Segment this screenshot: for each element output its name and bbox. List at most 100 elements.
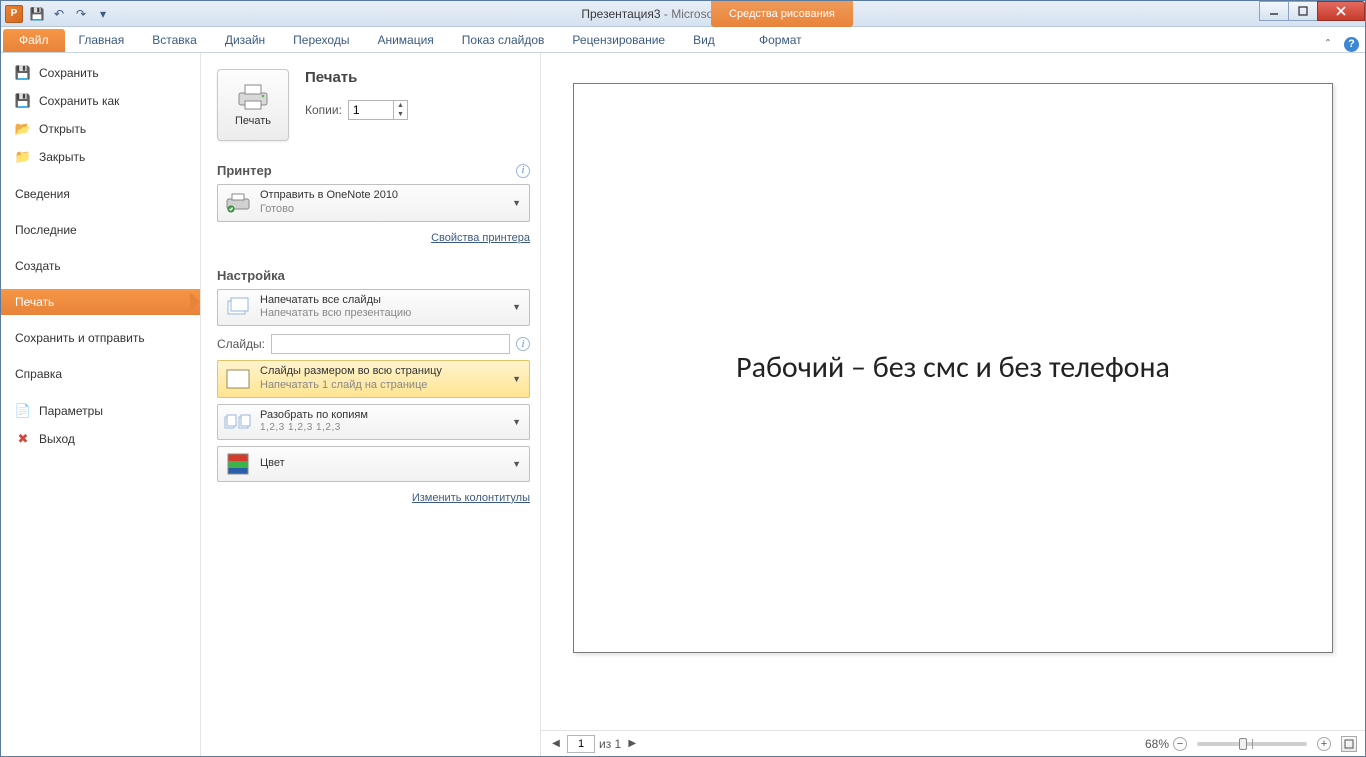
copies-spinner[interactable]: ▲▼ xyxy=(348,100,408,120)
slide-text: Рабочий – без смс и без телефона xyxy=(736,349,1170,387)
sidebar-item-exit[interactable]: ✖Выход xyxy=(1,425,200,453)
print-preview-area: Рабочий – без смс и без телефона ◀ из 1 … xyxy=(541,53,1365,756)
powerpoint-icon: P xyxy=(5,5,23,23)
print-range-dropdown[interactable]: Напечатать все слайды Напечатать всю пре… xyxy=(217,289,530,327)
zoom-thumb[interactable] xyxy=(1239,738,1247,750)
chevron-down-icon: ▼ xyxy=(510,198,523,208)
sidebar-item-share[interactable]: Сохранить и отправить xyxy=(1,325,200,351)
collate-sub: 1,2,3 1,2,3 1,2,3 xyxy=(260,422,502,435)
info-icon[interactable]: i xyxy=(516,337,530,351)
tab-slideshow[interactable]: Показ слайдов xyxy=(448,29,559,52)
printer-name: Отправить в OneNote 2010 xyxy=(260,189,502,203)
title-bar: P 💾 ↶ ↷ ▾ Презентация3 - Microsoft Power… xyxy=(1,1,1365,27)
collate-icon xyxy=(224,410,252,434)
chevron-down-icon: ▼ xyxy=(510,459,523,469)
tab-design[interactable]: Дизайн xyxy=(211,29,279,52)
preview-canvas: Рабочий – без смс и без телефона xyxy=(541,53,1365,730)
print-heading: Печать xyxy=(305,69,408,86)
qat-redo-icon[interactable]: ↷ xyxy=(71,4,91,24)
sidebar-item-help[interactable]: Справка xyxy=(1,361,200,387)
qat-undo-icon[interactable]: ↶ xyxy=(49,4,69,24)
printer-device-icon xyxy=(224,191,252,215)
preview-status-bar: ◀ из 1 ▶ 68% − + xyxy=(541,730,1365,756)
tab-home[interactable]: Главная xyxy=(65,29,139,52)
printer-section-heading: Принтер xyxy=(217,163,516,178)
close-button[interactable] xyxy=(1317,1,1365,21)
help-icon[interactable]: ? xyxy=(1344,37,1359,52)
color-swatch-icon xyxy=(224,452,252,476)
save-icon: 💾 xyxy=(15,65,31,81)
tab-format[interactable]: Формат xyxy=(745,29,816,52)
chevron-down-icon: ▼ xyxy=(510,417,523,427)
app-window: P 💾 ↶ ↷ ▾ Презентация3 - Microsoft Power… xyxy=(0,0,1366,757)
info-icon[interactable]: i xyxy=(516,164,530,178)
printer-dropdown[interactable]: Отправить в OneNote 2010 Готово ▼ xyxy=(217,184,530,222)
settings-section-heading: Настройка xyxy=(217,268,530,283)
zoom-in-button[interactable]: + xyxy=(1317,737,1331,751)
minimize-button[interactable] xyxy=(1259,1,1289,21)
chevron-down-icon: ▼ xyxy=(510,374,523,384)
sidebar-item-recent[interactable]: Последние xyxy=(1,217,200,243)
sidebar-item-close[interactable]: 📁Закрыть xyxy=(1,143,200,171)
slide-preview: Рабочий – без смс и без телефона xyxy=(573,83,1333,653)
maximize-button[interactable] xyxy=(1288,1,1318,21)
document-name: Презентация3 xyxy=(581,7,660,21)
folder-close-icon: 📁 xyxy=(15,149,31,165)
print-layout-title: Слайды размером во всю страницу xyxy=(260,365,502,379)
save-as-icon: 💾 xyxy=(15,93,31,109)
sidebar-item-save[interactable]: 💾Сохранить xyxy=(1,59,200,87)
next-page-button[interactable]: ▶ xyxy=(625,736,639,752)
edit-header-footer-link[interactable]: Изменить колонтитулы xyxy=(412,492,530,504)
printer-properties-link[interactable]: Свойства принтера xyxy=(431,232,530,244)
full-page-slide-icon xyxy=(224,367,252,391)
chevron-down-icon: ▼ xyxy=(510,302,523,312)
print-layout-sub: Напечатать 1 слайд на странице xyxy=(260,379,502,393)
tab-insert[interactable]: Вставка xyxy=(138,29,211,52)
print-range-title: Напечатать все слайды xyxy=(260,294,502,308)
print-button-label: Печать xyxy=(235,115,271,127)
exit-icon: ✖ xyxy=(15,431,31,447)
quick-access-toolbar: 💾 ↶ ↷ ▾ xyxy=(27,4,113,24)
window-controls xyxy=(1260,1,1365,21)
color-title: Цвет xyxy=(260,457,502,471)
zoom-fit-button[interactable] xyxy=(1341,736,1357,752)
sidebar-item-options[interactable]: 📄Параметры xyxy=(1,397,200,425)
print-range-sub: Напечатать всю презентацию xyxy=(260,307,502,321)
collate-dropdown[interactable]: Разобрать по копиям 1,2,3 1,2,3 1,2,3 ▼ xyxy=(217,404,530,440)
printer-status: Готово xyxy=(260,203,502,217)
printer-icon xyxy=(236,83,270,111)
qat-save-icon[interactable]: 💾 xyxy=(27,4,47,24)
slides-input[interactable] xyxy=(271,334,510,354)
tab-review[interactable]: Рецензирование xyxy=(558,29,679,52)
print-settings-panel: Печать Печать Копии: ▲▼ Принтер i xyxy=(201,53,541,756)
tab-view[interactable]: Вид xyxy=(679,29,729,52)
prev-page-button[interactable]: ◀ xyxy=(549,736,563,752)
color-dropdown[interactable]: Цвет ▼ xyxy=(217,446,530,482)
zoom-slider[interactable] xyxy=(1197,742,1307,746)
sidebar-item-info[interactable]: Сведения xyxy=(1,181,200,207)
backstage-sidebar: 💾Сохранить 💾Сохранить как 📂Открыть 📁Закр… xyxy=(1,53,201,756)
sidebar-item-open[interactable]: 📂Открыть xyxy=(1,115,200,143)
zoom-out-button[interactable]: − xyxy=(1173,737,1187,751)
page-number-input[interactable] xyxy=(567,735,595,753)
spinner-down-icon[interactable]: ▼ xyxy=(394,110,407,119)
slides-stack-icon xyxy=(224,295,252,319)
sidebar-item-saveas[interactable]: 💾Сохранить как xyxy=(1,87,200,115)
contextual-tab-group: Средства рисования xyxy=(711,1,853,27)
tab-file[interactable]: Файл xyxy=(3,29,65,52)
collate-title: Разобрать по копиям xyxy=(260,409,502,423)
qat-customize-icon[interactable]: ▾ xyxy=(93,4,113,24)
folder-open-icon: 📂 xyxy=(15,121,31,137)
sidebar-item-print[interactable]: Печать xyxy=(1,289,200,315)
tab-animation[interactable]: Анимация xyxy=(363,29,447,52)
print-layout-dropdown[interactable]: Слайды размером во всю страницу Напечата… xyxy=(217,360,530,398)
tab-transitions[interactable]: Переходы xyxy=(279,29,363,52)
copies-input[interactable] xyxy=(349,101,393,119)
print-button[interactable]: Печать xyxy=(217,69,289,141)
spinner-up-icon[interactable]: ▲ xyxy=(394,101,407,110)
slides-label: Слайды: xyxy=(217,337,265,351)
page-of-label: из 1 xyxy=(599,737,621,751)
ribbon-minimize-icon[interactable]: ˆ xyxy=(1320,36,1336,52)
sidebar-item-new[interactable]: Создать xyxy=(1,253,200,279)
copies-label: Копии: xyxy=(305,103,342,117)
